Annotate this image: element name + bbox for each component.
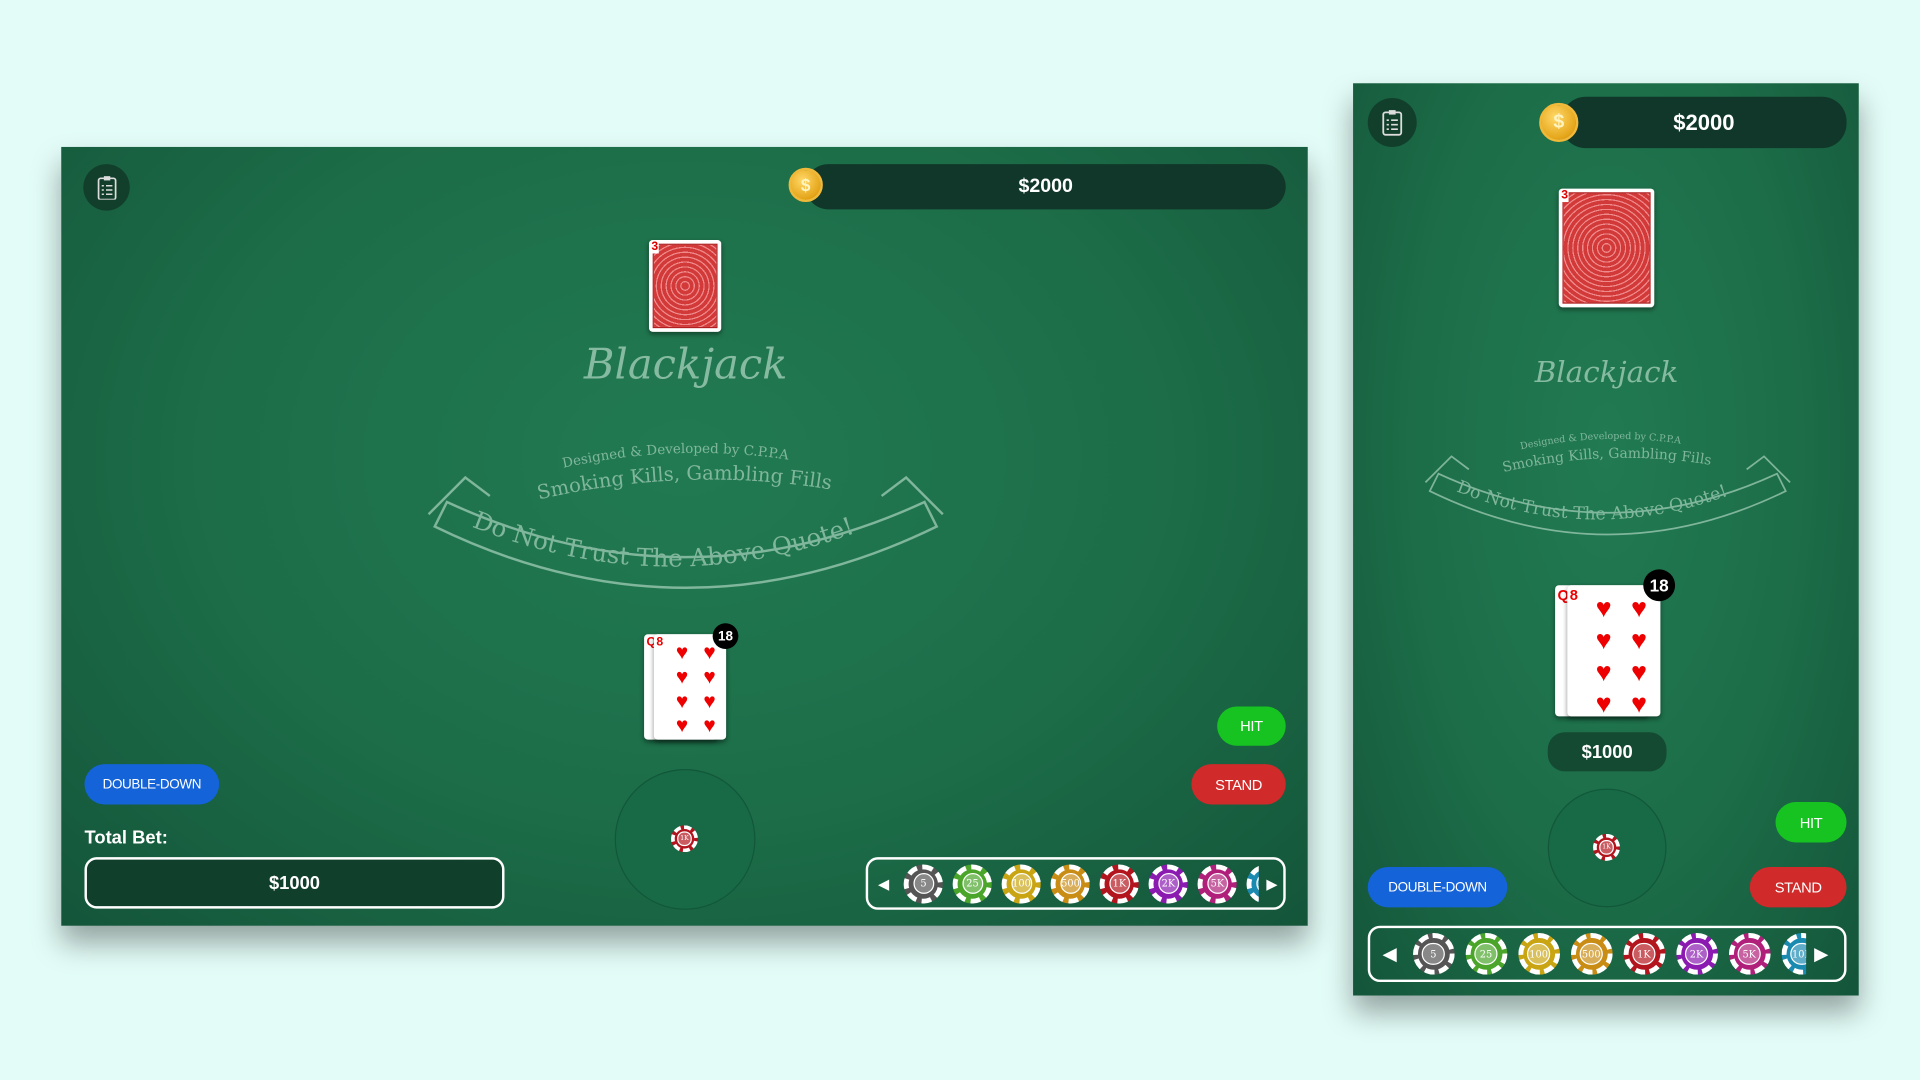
chip-1k[interactable]: 1K — [1623, 933, 1665, 975]
mobile-table: $2000 $ 3 Blackjack Designed & Developed… — [1353, 83, 1859, 996]
chip-5k[interactable]: 5K — [1728, 933, 1771, 975]
chip-500[interactable]: 500 — [1570, 933, 1613, 975]
game-title: Blackjack — [1534, 355, 1679, 390]
chip-rack: ◀ 5 25 100 500 1K 2K 5K 10K ▶ — [865, 857, 1286, 910]
hit-button[interactable]: HIT — [1217, 706, 1286, 746]
menu-button[interactable] — [1367, 97, 1417, 147]
bet-chip: 1K — [1593, 833, 1621, 861]
chip-rack: ◀ 5 25 100 500 1K 2K 5K 10K ▶ — [1367, 925, 1847, 983]
chip-500[interactable]: 500 — [1050, 863, 1091, 904]
chip-25[interactable]: 25 — [952, 863, 993, 904]
chip-10k-partial[interactable]: 10K — [1781, 933, 1806, 975]
banner: Designed & Developed by C.P.P.A Smoking … — [1424, 431, 1791, 536]
dollar-coin-icon: $ — [788, 167, 823, 203]
stand-button[interactable]: STAND — [1191, 764, 1286, 805]
game-title: Blackjack — [583, 340, 788, 390]
dealer-card-rank: 3 — [651, 240, 659, 254]
double-down-button[interactable]: DOUBLE-DOWN — [84, 764, 220, 805]
player-total-badge: 18 — [1643, 569, 1676, 602]
chip-scroll-right[interactable]: ▶ — [1262, 875, 1283, 892]
clipboard-checklist-icon — [97, 175, 116, 200]
dealer-card: 3 — [1558, 188, 1655, 308]
chip-100[interactable]: 100 — [1517, 933, 1560, 975]
total-bet-label: Total Bet: — [84, 827, 168, 849]
dollar-coin-icon: $ — [1539, 102, 1579, 143]
dealer-card-rank: 3 — [1561, 188, 1569, 203]
chip-1k[interactable]: 1K — [1099, 863, 1140, 904]
hit-button[interactable]: HIT — [1775, 802, 1847, 843]
balance-display: $2000 — [805, 164, 1286, 210]
balance-value: $2000 — [1673, 109, 1735, 135]
dealer-card: 3 — [648, 240, 722, 332]
double-down-button[interactable]: DOUBLE-DOWN — [1367, 866, 1508, 908]
chip-5[interactable]: 5 — [903, 863, 944, 904]
chip-2k[interactable]: 2K — [1675, 933, 1718, 975]
player-card-eight: 8 ♥ ♥ ♥ ♥ ♥ ♥ ♥ ♥ — [1567, 585, 1661, 717]
player-total-badge: 18 — [712, 623, 739, 649]
desktop-table: $2000 $ 3 Blackjack Designed & Developed… — [61, 146, 1308, 926]
svg-text:Smoking Kills, Gambling Fills: Smoking Kills, Gambling Fills — [1501, 446, 1713, 476]
menu-button[interactable] — [83, 164, 130, 211]
balance-display: $2000 — [1561, 96, 1847, 149]
chip-2k[interactable]: 2K — [1148, 863, 1189, 904]
quote-text: Smoking Kills, Gambling Fills — [1501, 446, 1713, 476]
chip-scroll-right[interactable]: ▶ — [1809, 943, 1833, 965]
stand-button[interactable]: STAND — [1749, 866, 1847, 908]
chip-scroll-left[interactable]: ◀ — [1378, 943, 1402, 965]
balance-value: $2000 — [1018, 175, 1073, 197]
total-bet-display: $1000 — [84, 857, 505, 909]
player-card-eight: 8 ♥ ♥ ♥ ♥ ♥ ♥ ♥ ♥ — [653, 634, 727, 740]
chip-10k-partial[interactable]: 10K — [1246, 863, 1260, 904]
clipboard-checklist-icon — [1382, 110, 1403, 136]
banner: Designed & Developed by C.P.P.A Smoking … — [427, 442, 944, 589]
chip-25[interactable]: 25 — [1465, 933, 1507, 975]
chip-5[interactable]: 5 — [1412, 933, 1455, 975]
chip-scroll-left[interactable]: ◀ — [873, 875, 894, 892]
bet-amount-label: $1000 — [1547, 732, 1667, 772]
chip-100[interactable]: 100 — [1001, 863, 1042, 904]
bet-chip: 1K — [671, 825, 698, 853]
chip-5k[interactable]: 5K — [1197, 863, 1238, 904]
